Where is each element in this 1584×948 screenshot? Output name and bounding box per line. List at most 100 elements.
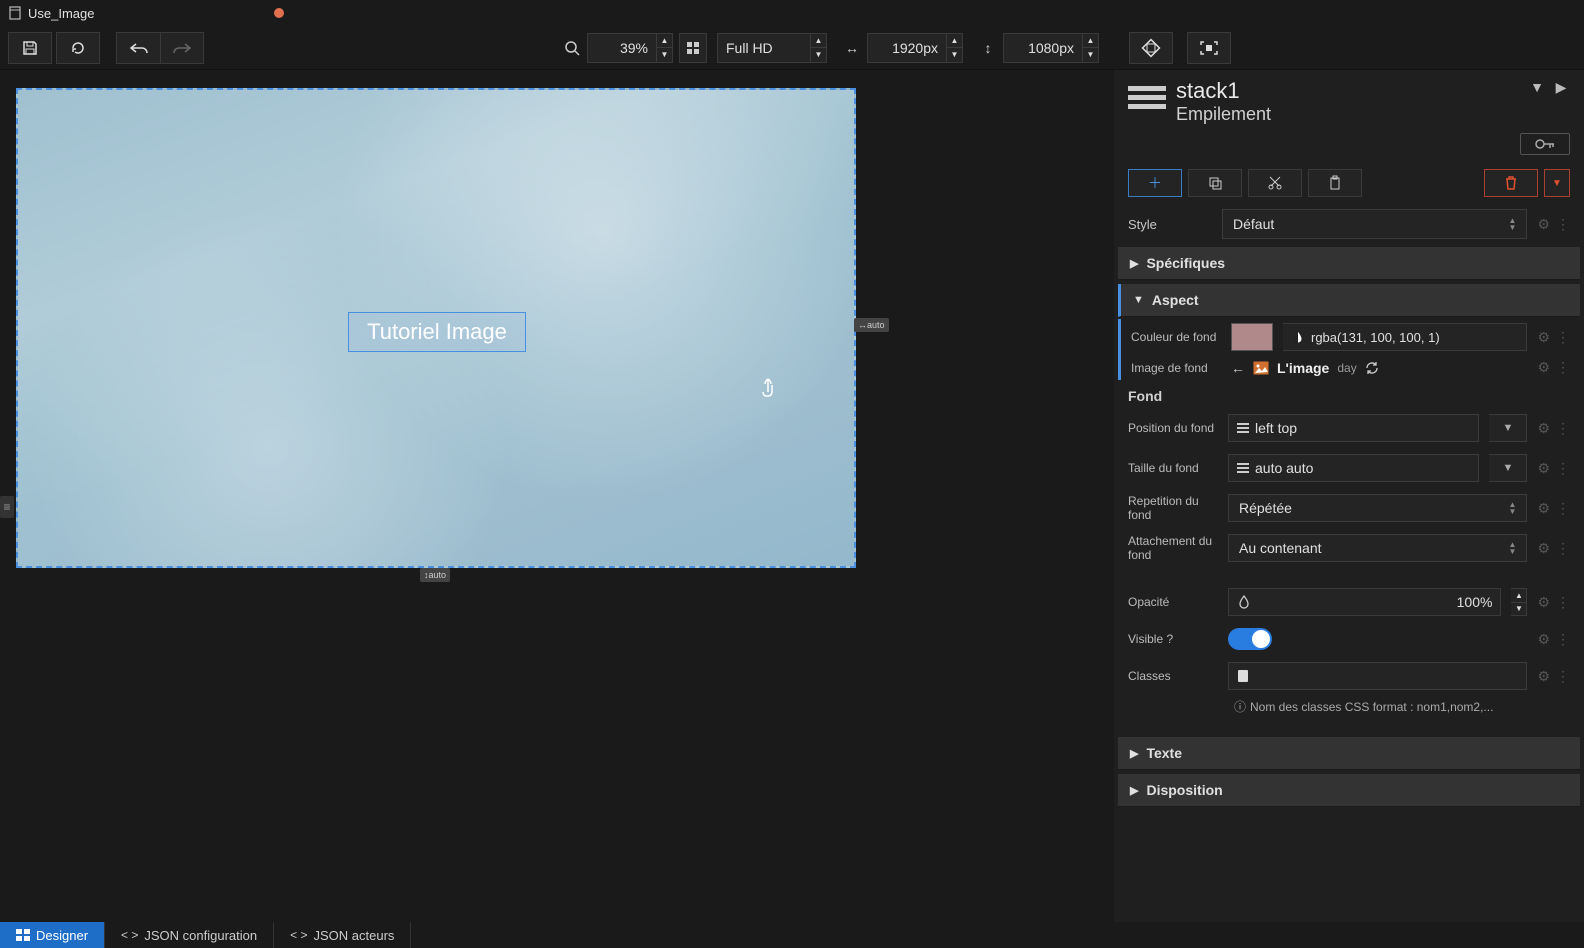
cursor-icon <box>762 378 778 398</box>
horizontal-arrows-icon: ↔ <box>837 40 867 56</box>
delete-menu-button[interactable]: ▼ <box>1544 169 1570 197</box>
copy-button[interactable] <box>1188 169 1242 197</box>
more-icon[interactable]: ⋮ <box>1556 359 1570 376</box>
fullscreen-button[interactable] <box>1187 32 1231 64</box>
opacity-label: Opacité <box>1128 595 1218 609</box>
more-icon[interactable]: ⋮ <box>1556 500 1570 517</box>
visible-label: Visible ? <box>1128 632 1218 646</box>
gear-icon[interactable]: ⚙ <box>1537 420 1550 437</box>
section-texte[interactable]: ▶ Texte <box>1118 737 1580 770</box>
toolbar: 39% ▲▼ Full HD ▲▼ ↔ 1920px ▲▼ ↕ 1080px ▲… <box>0 26 1584 70</box>
section-aspect[interactable]: ▼ Aspect <box>1118 284 1580 317</box>
more-icon[interactable]: ⋮ <box>1556 668 1570 685</box>
refresh-icon[interactable] <box>1365 361 1379 375</box>
classes-input[interactable] <box>1228 662 1527 690</box>
fit-button[interactable] <box>679 33 707 63</box>
size-input[interactable]: auto auto <box>1228 454 1479 482</box>
panel-header: stack1 Empilement ▼ ▶ <box>1114 70 1584 133</box>
gear-icon[interactable]: ⚙ <box>1537 594 1550 611</box>
auto-height-badge: ↕auto <box>420 568 450 582</box>
position-label: Position du fond <box>1128 421 1218 435</box>
more-icon[interactable]: ⋮ <box>1556 420 1570 437</box>
opacity-spinner[interactable]: ▲▼ <box>1511 588 1527 616</box>
save-button[interactable] <box>8 32 52 64</box>
redo-button[interactable] <box>160 32 204 64</box>
classes-label: Classes <box>1128 669 1218 683</box>
rotate-button[interactable] <box>1129 32 1173 64</box>
gear-icon[interactable]: ⚙ <box>1537 216 1550 233</box>
size-label: Taille du fond <box>1128 461 1218 475</box>
grid-icon <box>16 929 30 941</box>
chevron-right-icon: ▶ <box>1130 784 1138 797</box>
more-icon[interactable]: ⋮ <box>1556 540 1570 557</box>
undo-redo-group <box>116 32 204 64</box>
attach-select[interactable]: Au contenant▲▼ <box>1228 534 1527 562</box>
size-dropdown[interactable]: ▼ <box>1489 454 1527 482</box>
cut-button[interactable] <box>1248 169 1302 197</box>
opacity-icon <box>1237 595 1251 609</box>
visible-toggle[interactable] <box>1228 628 1272 650</box>
list-icon <box>1237 422 1249 434</box>
panel-subtitle: Empilement <box>1176 104 1271 125</box>
section-disposition[interactable]: ▶ Disposition <box>1118 774 1580 807</box>
color-swatch[interactable] <box>1231 323 1273 351</box>
bg-image-tag: day <box>1337 361 1356 375</box>
gear-icon[interactable]: ⚙ <box>1537 329 1550 346</box>
opacity-input[interactable]: 100% <box>1228 588 1501 616</box>
bg-image-name[interactable]: L'image <box>1277 360 1329 376</box>
attach-label: Attachement du fond <box>1128 534 1218 562</box>
more-icon[interactable]: ⋮ <box>1556 329 1570 346</box>
tab-json-acteurs[interactable]: < > JSON acteurs <box>274 922 411 948</box>
width-spinner[interactable]: ▲▼ <box>947 33 963 63</box>
style-select[interactable]: Défaut▲▼ <box>1222 209 1527 239</box>
refresh-button[interactable] <box>56 32 100 64</box>
gear-icon[interactable]: ⚙ <box>1537 500 1550 517</box>
back-arrow-icon[interactable]: ← <box>1231 360 1245 376</box>
text-element[interactable]: Tutoriel Image <box>348 312 526 352</box>
style-row: Style Défaut▲▼ ⚙⋮ <box>1114 203 1584 245</box>
gear-icon[interactable]: ⚙ <box>1537 460 1550 477</box>
gear-icon[interactable]: ⚙ <box>1537 359 1550 376</box>
section-specifiques[interactable]: ▶ Spécifiques <box>1118 247 1580 280</box>
chevron-down-icon: ▼ <box>1133 294 1144 306</box>
paste-button[interactable] <box>1308 169 1362 197</box>
collapse-icon[interactable]: ▼ <box>1528 78 1546 96</box>
list-icon <box>1237 462 1249 474</box>
width-input[interactable]: 1920px <box>867 33 947 63</box>
height-input[interactable]: 1080px <box>1003 33 1083 63</box>
bg-color-input[interactable]: rgba(131, 100, 100, 1) <box>1283 323 1527 351</box>
repeat-select[interactable]: Répétée▲▼ <box>1228 494 1527 522</box>
add-button[interactable]: ＋ <box>1128 169 1182 197</box>
search-zoom-icon[interactable] <box>557 40 587 56</box>
resolution-spinner[interactable]: ▲▼ <box>811 33 827 63</box>
gear-icon[interactable]: ⚙ <box>1537 540 1550 557</box>
bg-color-label: Couleur de fond <box>1131 330 1221 344</box>
panel-handle[interactable]: ≡ <box>0 496 14 518</box>
tab-json-config[interactable]: < > JSON configuration <box>105 922 274 948</box>
height-spinner[interactable]: ▲▼ <box>1083 33 1099 63</box>
gear-icon[interactable]: ⚙ <box>1537 631 1550 648</box>
more-icon[interactable]: ⋮ <box>1556 631 1570 648</box>
canvas-stack-frame[interactable]: Tutoriel Image <box>16 88 856 568</box>
tab-designer[interactable]: Designer <box>0 922 105 948</box>
fond-heading: Fond <box>1114 380 1584 408</box>
zoom-spinner[interactable]: ▲▼ <box>657 33 673 63</box>
play-icon[interactable]: ▶ <box>1552 78 1570 96</box>
position-dropdown[interactable]: ▼ <box>1489 414 1527 442</box>
repeat-label: Repetition du fond <box>1128 494 1218 522</box>
properties-panel: stack1 Empilement ▼ ▶ ＋ <box>1114 70 1584 922</box>
more-icon[interactable]: ⋮ <box>1556 216 1570 233</box>
more-icon[interactable]: ⋮ <box>1556 460 1570 477</box>
canvas-area[interactable]: ≡ Tutoriel Image ↔auto ↕auto <box>0 70 1114 922</box>
position-input[interactable]: left top <box>1228 414 1479 442</box>
gear-icon[interactable]: ⚙ <box>1537 668 1550 685</box>
delete-button[interactable] <box>1484 169 1538 197</box>
resolution-select[interactable]: Full HD <box>717 33 811 63</box>
key-button[interactable] <box>1520 133 1570 155</box>
more-icon[interactable]: ⋮ <box>1556 594 1570 611</box>
zoom-input[interactable]: 39% <box>587 33 657 63</box>
undo-button[interactable] <box>116 32 160 64</box>
title-text: Use_Image <box>28 6 94 21</box>
opacity-row: Opacité 100% ▲▼ ⚙ ⋮ <box>1114 582 1584 622</box>
code-icon: < > <box>290 928 307 942</box>
